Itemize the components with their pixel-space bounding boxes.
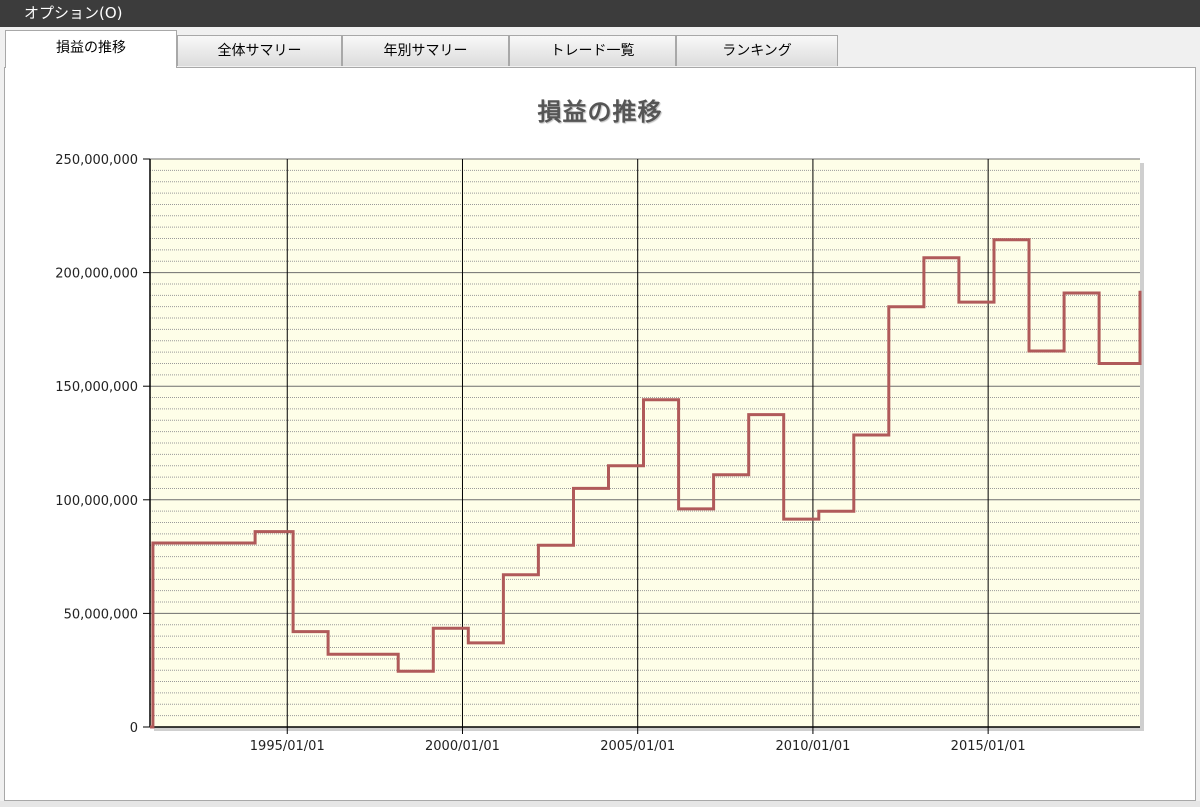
y-tick-label: 100,000,000	[55, 494, 138, 509]
y-tick-label: 150,000,000	[55, 380, 138, 395]
tab-profit-trend[interactable]: 損益の推移	[5, 30, 177, 68]
x-tick-label: 2005/01/01	[600, 739, 675, 754]
y-tick-label: 50,000,000	[64, 607, 138, 622]
x-tick-label: 1995/01/01	[250, 739, 325, 754]
x-tick-label: 2010/01/01	[775, 739, 850, 754]
y-tick-label: 250,000,000	[55, 153, 138, 168]
x-tick-label: 2000/01/01	[425, 739, 500, 754]
bottom-strip	[0, 801, 1200, 807]
y-tick-label: 0	[130, 721, 138, 736]
y-tick-label: 200,000,000	[55, 267, 138, 282]
x-tick-label: 2015/01/01	[951, 739, 1026, 754]
profit-chart: 0 50,000,000 100,000,000 150,000,000 200,000…	[55, 153, 1144, 754]
